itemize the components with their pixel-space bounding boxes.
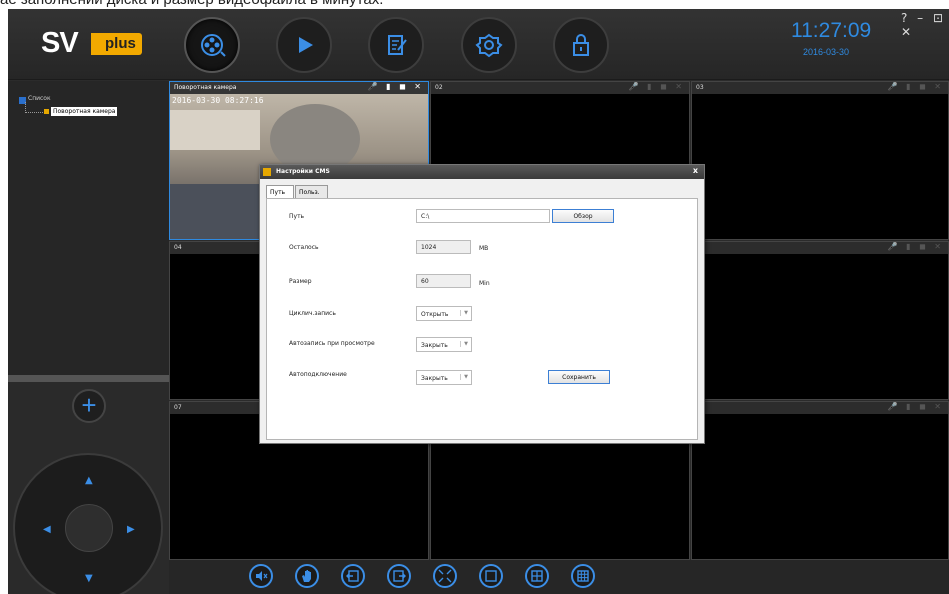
osd-timestamp: 2016-03-30 08:27:16	[172, 96, 264, 105]
cell-label: 07	[174, 404, 182, 411]
path-label: Путь	[289, 213, 305, 220]
size-unit: Min	[479, 280, 490, 287]
autoconnect-label: Автоподключение	[289, 371, 347, 378]
dialog-title: Настройки CMS	[276, 168, 330, 175]
nine-view-icon[interactable]	[571, 564, 595, 588]
size-label: Размер	[289, 278, 312, 285]
tab-path[interactable]: Путь	[266, 185, 294, 199]
cell-controls[interactable]: 🎤 ▮ ◼ ✕	[368, 82, 424, 91]
caption-strip: ae заполнении диска и размер видеофайла …	[0, 0, 949, 9]
cell-header: Поворотная камера 🎤 ▮ ◼ ✕	[170, 82, 428, 94]
hand-icon[interactable]	[295, 564, 319, 588]
play-icon[interactable]	[276, 17, 332, 73]
top-bar: SV plus 11:27:09 2016-03-30 ? – ⊡ ✕	[8, 9, 949, 80]
dialog-titlebar[interactable]: Настройки CMS x	[260, 165, 704, 179]
tree-root-label[interactable]: Список	[28, 95, 51, 102]
close-icon[interactable]: x	[693, 166, 698, 175]
video-cell-3[interactable]: 03 🎤 ▮ ◼ ✕	[691, 81, 949, 240]
camera-icon	[44, 109, 49, 114]
caption-text: ae заполнении диска и размер видеофайла …	[0, 0, 383, 8]
window-controls[interactable]: ? – ⊡ ✕	[901, 11, 949, 39]
app-icon	[263, 168, 271, 176]
ptz-left-icon[interactable]: ◀	[43, 524, 51, 535]
loop-record-value: Открыть	[421, 311, 449, 318]
autoconnect-value: Закрыть	[421, 375, 448, 382]
device-tree: Список Поворотная камера	[8, 81, 169, 375]
next-icon[interactable]	[387, 564, 411, 588]
ptz-up-icon[interactable]: ▲	[85, 475, 93, 486]
cell-label: Поворотная камера	[174, 84, 237, 91]
chevron-down-icon: ▼	[460, 341, 468, 347]
cell-controls[interactable]: 🎤 ▮ ◼ ✕	[888, 402, 944, 411]
cell-controls[interactable]: 🎤 ▮ ◼ ✕	[629, 82, 685, 91]
video-cell-9[interactable]: 🎤 ▮ ◼ ✕	[691, 401, 949, 560]
path-field[interactable]: C:\	[416, 209, 550, 223]
lock-icon[interactable]	[553, 17, 609, 73]
tab-users[interactable]: Польз.	[295, 185, 328, 198]
remaining-unit: MB	[479, 245, 489, 252]
cell-label: 04	[174, 244, 182, 251]
ptz-right-icon[interactable]: ▶	[127, 524, 135, 535]
bottom-toolbar	[169, 560, 949, 594]
autoconnect-select[interactable]: Закрыть ▼	[416, 370, 472, 385]
reel-icon[interactable]	[184, 17, 240, 73]
mute-icon[interactable]	[249, 564, 273, 588]
clock: 11:27:09	[791, 19, 872, 42]
ptz-down-icon[interactable]: ▼	[85, 573, 93, 584]
settings-icon[interactable]	[461, 17, 517, 73]
logo-plus: plus	[91, 33, 142, 55]
tree-camera-item[interactable]: Поворотная камера	[51, 107, 118, 116]
remaining-label: Осталось	[289, 244, 319, 251]
autorecord-label: Автозапись при просмотре	[289, 340, 375, 347]
date: 2016-03-30	[803, 47, 850, 57]
autorecord-value: Закрыть	[421, 342, 448, 349]
four-view-icon[interactable]	[525, 564, 549, 588]
add-button[interactable]: +	[72, 389, 106, 423]
cell-controls[interactable]: 🎤 ▮ ◼ ✕	[888, 82, 944, 91]
autorecord-select[interactable]: Закрыть ▼	[416, 337, 472, 352]
single-view-icon[interactable]	[479, 564, 503, 588]
loop-record-select[interactable]: Открыть ▼	[416, 306, 472, 321]
cell-controls[interactable]: 🎤 ▮ ◼ ✕	[888, 242, 944, 251]
video-cell-6[interactable]: 🎤 ▮ ◼ ✕	[691, 241, 949, 400]
loop-record-label: Циклич.запись	[289, 310, 336, 317]
save-button[interactable]: Сохранить	[548, 370, 610, 384]
chevron-down-icon: ▼	[460, 374, 468, 380]
cell-label: 02	[435, 84, 443, 91]
ptz-center[interactable]	[65, 504, 113, 552]
fullscreen-icon[interactable]	[433, 564, 457, 588]
edit-icon[interactable]	[368, 17, 424, 73]
tree-connector	[25, 102, 45, 113]
path-tab-pane: Путь C:\ Обзор Осталось 1024 MB Размер 6…	[266, 198, 698, 440]
chevron-down-icon: ▼	[460, 310, 468, 316]
size-field[interactable]: 60	[416, 274, 471, 288]
left-sidebar: Список Поворотная камера + ▲ ▼ ◀ ▶	[8, 81, 169, 594]
cms-settings-dialog: Настройки CMS x Путь Польз. Путь C:\ Обз…	[259, 164, 705, 444]
logo: SV plus	[41, 27, 142, 63]
ptz-control[interactable]: ▲ ▼ ◀ ▶	[13, 453, 163, 594]
prev-icon[interactable]	[341, 564, 365, 588]
browse-button[interactable]: Обзор	[552, 209, 614, 223]
cell-label: 03	[696, 84, 704, 91]
tree-scrollbar[interactable]	[8, 375, 169, 382]
logo-sv: SV	[41, 27, 79, 59]
remaining-field: 1024	[416, 240, 471, 254]
